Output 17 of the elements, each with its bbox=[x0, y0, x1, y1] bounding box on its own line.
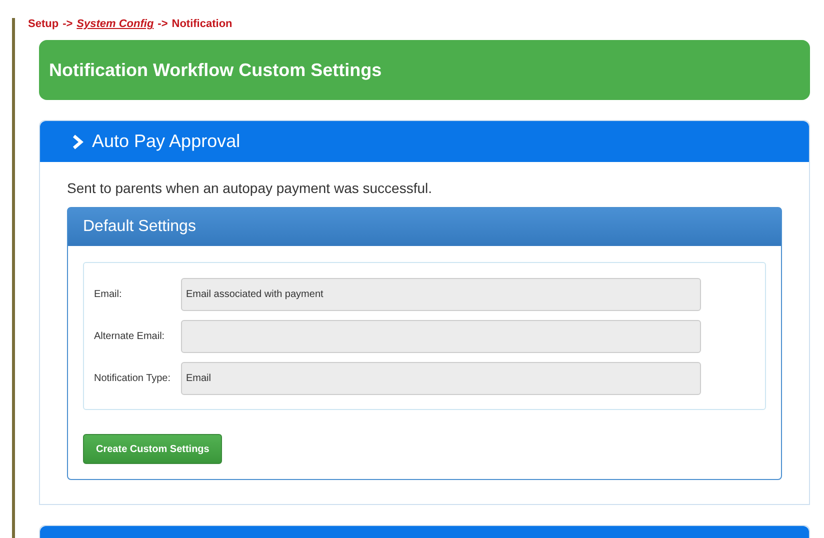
panel-description: Sent to parents when an autopay payment was successful. bbox=[67, 180, 433, 196]
breadcrumb-separator: -> bbox=[62, 18, 73, 30]
create-settings-button[interactable]: Create Custom Settings bbox=[83, 434, 222, 464]
input-field[interactable] bbox=[181, 320, 701, 353]
breadcrumb-item: Notification bbox=[172, 18, 232, 30]
breadcrumb-link[interactable]: System Config bbox=[76, 18, 154, 30]
field-label: Email: bbox=[94, 289, 123, 300]
panel-header[interactable]: Auto Pay Approval bbox=[40, 121, 809, 162]
field-label: Notification Type: bbox=[94, 373, 172, 384]
page-title: Notification Workflow Custom Settings bbox=[39, 40, 810, 100]
input-field[interactable]: Email associated with payment bbox=[181, 278, 701, 311]
field-label: Alternate Email: bbox=[94, 331, 166, 342]
settings-header: Default Settings bbox=[68, 208, 781, 246]
input-field[interactable]: Email bbox=[181, 362, 701, 395]
breadcrumb-item: Setup bbox=[28, 18, 59, 30]
chevron-icon bbox=[72, 134, 84, 150]
breadcrumb-separator: -> bbox=[158, 18, 168, 30]
